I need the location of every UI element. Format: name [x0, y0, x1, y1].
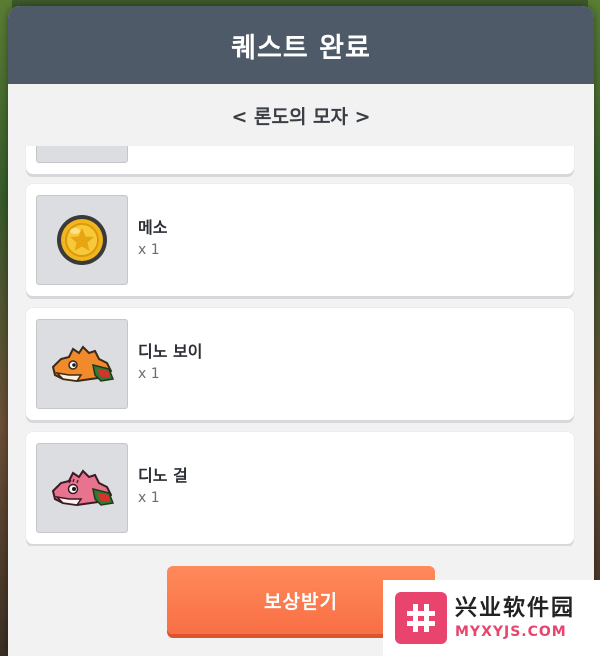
dino-girl-icon: [51, 469, 115, 507]
reward-list[interactable]: 메소 x 1 디노 보이 x 1 디노 걸 x 1: [8, 146, 594, 546]
watermark-site-name: 兴业软件园: [455, 596, 576, 621]
reward-icon-box: [36, 195, 128, 285]
reward-item-meso[interactable]: 메소 x 1: [26, 184, 574, 296]
claim-reward-label: 보상받기: [264, 591, 338, 613]
quest-name-row: < 론도의 모자 >: [8, 84, 594, 146]
reward-item-dino-boy[interactable]: 디노 보이 x 1: [26, 308, 574, 420]
dialog-title: 퀘스트 완료: [231, 32, 371, 64]
reward-quantity: x 1: [138, 366, 160, 382]
reward-icon-box: [36, 319, 128, 409]
reward-icon-box: [36, 443, 128, 533]
quest-name: < 론도의 모자 >: [231, 105, 371, 128]
reward-quantity: x 1: [138, 242, 160, 258]
watermark-site-url: MYXYJS.COM: [455, 624, 567, 640]
reward-quantity: x 1: [138, 490, 160, 506]
reward-name: 메소: [138, 218, 168, 237]
dialog-title-bar: 퀘스트 완료: [8, 6, 594, 84]
quest-complete-dialog: 퀘스트 완료 < 론도의 모자 > 메소 x 1 디노 보이 x 1 디노 걸 …: [8, 6, 594, 656]
reward-item-partial: [26, 146, 574, 174]
reward-name: 디노 걸: [138, 466, 188, 485]
watermark-text: 兴业软件园 MYXYJS.COM: [455, 595, 575, 641]
meso-coin-icon: [57, 215, 107, 265]
reward-icon-box: [36, 146, 128, 163]
dino-boy-icon: [51, 345, 115, 383]
site-watermark: 兴业软件园 MYXYJS.COM: [383, 580, 600, 656]
watermark-logo-icon: [395, 592, 447, 644]
reward-item-dino-girl[interactable]: 디노 걸 x 1: [26, 432, 574, 544]
reward-name: 디노 보이: [138, 342, 203, 361]
game-screen: 퀘스트 완료 < 론도의 모자 > 메소 x 1 디노 보이 x 1 디노 걸 …: [0, 0, 600, 656]
